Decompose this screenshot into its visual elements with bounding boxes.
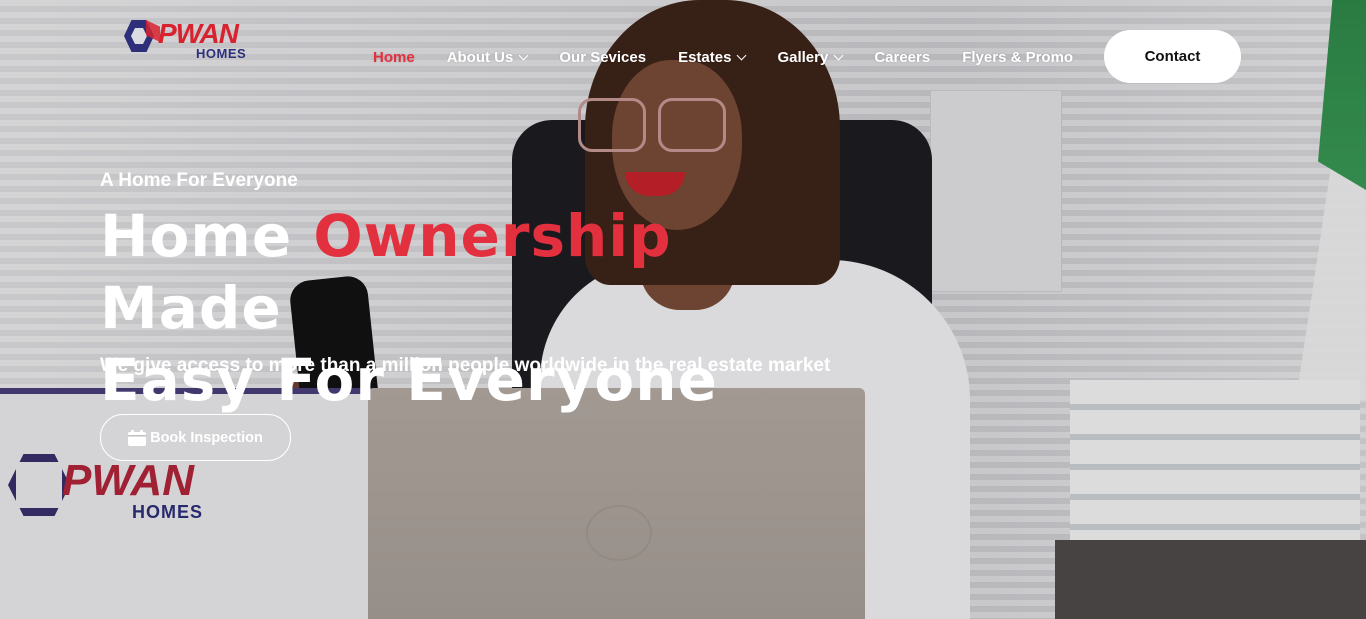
hero-subline: We give access to more than a million pe… [100,355,831,376]
nav-item-label: Flyers & Promo [962,48,1074,66]
nav-item-estates[interactable]: Estates [678,48,747,66]
contact-button[interactable]: Contact [1104,30,1241,83]
nav-item-label: Gallery [777,48,829,66]
book-inspection-label: Book Inspection [150,429,263,446]
chevron-down-icon [737,50,747,60]
nav-item-our-services[interactable]: Our Sevices [559,49,646,66]
nav-item-flyers-promo[interactable]: Flyers & Promo [962,49,1073,66]
nav-item-label: About Us [446,48,514,66]
headline-part-1: Home [100,202,314,270]
nav-item-label: Careers [874,48,931,66]
headline-part-2: Made [100,274,282,342]
calendar-icon [128,429,147,446]
headline-accent: Ownership [313,202,672,270]
book-inspection-button[interactable]: Book Inspection [100,414,291,461]
nav-item-label: Our Sevices [559,48,647,66]
nav-item-gallery[interactable]: Gallery [777,48,844,66]
chevron-down-icon [833,50,844,60]
nav-item-home[interactable]: Home [373,49,415,66]
chevron-down-icon [518,50,529,60]
nav-item-label: Estates [678,48,732,66]
nav-item-about-us[interactable]: About Us [446,48,529,66]
main-navigation: Home About Us Our Sevices Estates Galler… [373,46,1105,68]
hero-headline: Home Ownership Made Easy For Everyone [100,200,860,416]
hero-eyebrow: A Home For Everyone [100,170,298,191]
site-logo[interactable]: PWAN HOMES [124,18,264,66]
nav-item-careers[interactable]: Careers [874,49,930,66]
logo-subtitle: HOMES [196,46,247,61]
nav-item-label: Home [373,48,415,66]
